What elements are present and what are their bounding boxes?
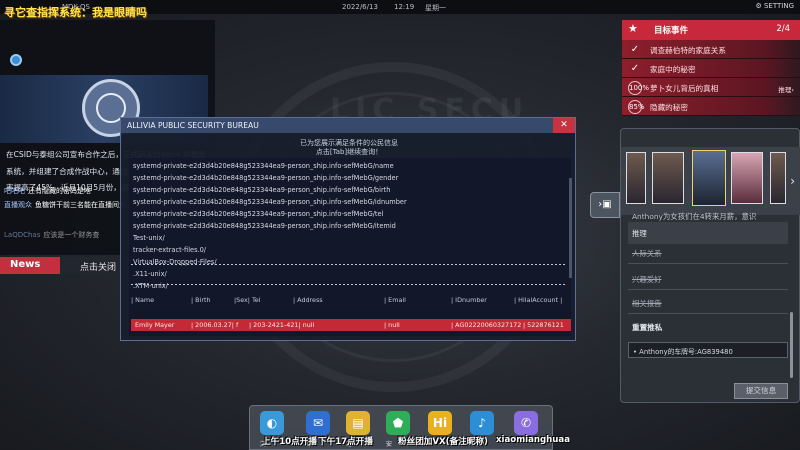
terminal-line: systemd-private-e2d3d4b20e848g523344ea9-… [133, 186, 391, 194]
chat-text: 应该是一个财务查 [43, 231, 100, 239]
terminal-line: systemd-private-e2d3d4b20e848g523344ea9-… [133, 162, 394, 170]
setting-button[interactable]: ⚙ SETTING [755, 2, 794, 10]
cell-account: | 522876121 [523, 321, 564, 329]
news-tag: News [0, 257, 60, 274]
character-portrait[interactable] [652, 152, 684, 204]
table-header: | Address [293, 296, 323, 304]
stream-caption: 上午10点开播 [262, 437, 317, 447]
selected-clue[interactable]: • Anthony的车牌号:AG839480 [628, 342, 788, 358]
clue-item[interactable]: 人际关系 [628, 242, 788, 264]
event-label: 隐藏的秘密 [650, 103, 688, 112]
phone-icon[interactable]: ✆ [514, 411, 538, 435]
event-label: 萝卜女儿背后的真相 [650, 84, 719, 93]
cell-tel: | 203-2421-421| null [249, 321, 315, 329]
weekday-readout: 星期一 [425, 4, 446, 12]
evidence-scrollbar[interactable] [790, 312, 793, 378]
banner-line: 已为您展示满足条件的公民信息 [300, 139, 398, 147]
police-database-window: ALLIVIA PUBLIC SECURITY BUREAU ✕ 已为您展示满足… [120, 117, 576, 341]
window-scrollbar[interactable] [569, 178, 572, 278]
target-events-title: 目标事件 [654, 26, 689, 36]
selected-clue-label: Anthony的车牌号:AG839480 [639, 348, 733, 356]
terminal-output: systemd-private-e2d3d4b20e848g523344ea9-… [129, 158, 571, 336]
cell-idnumber: | AG02220060327172 [451, 321, 522, 329]
setting-label: SETTING [763, 2, 794, 10]
clue-item[interactable]: 推理 [628, 222, 788, 244]
cell-email: | null [384, 321, 400, 329]
dock-label: 安 [386, 441, 393, 448]
chat-nick: LaQDChas [4, 231, 41, 239]
chevron-right-icon[interactable]: › [790, 174, 795, 188]
table-header: |Sex| Tel [234, 296, 261, 304]
stream-caption: 下午17点开播 [318, 437, 373, 447]
character-portrait[interactable] [770, 152, 786, 204]
news-logo-icon [10, 54, 22, 66]
terminal-line: tracker-extract-files.0/ [133, 246, 207, 254]
check-icon: ✓ [630, 44, 640, 55]
table-row-selected[interactable]: Emily Mayer | 2006.03.27| f | 203-2421-4… [131, 319, 571, 331]
close-icon[interactable]: ✕ [553, 118, 575, 133]
target-events-count: 2/4 [776, 24, 790, 34]
event-progress: 85% [628, 100, 645, 114]
event-label: 家庭中的秘密 [650, 65, 696, 74]
query-banner: 已为您展示满足条件的公民信息 点击[Tab]继续查询！ [121, 139, 577, 157]
check-icon: ✓ [630, 63, 640, 74]
event-item[interactable]: 100% 萝卜女儿背后的真相 推理› [622, 78, 800, 97]
terminal-line: .X11-unix/ [133, 270, 167, 278]
news-close-button[interactable]: 点击关闭 [80, 260, 116, 273]
terminal-line: systemd-private-e2d3d4b20e848g523344ea9-… [133, 198, 407, 206]
stream-caption: 粉丝团加VX(备注昵称) [398, 437, 488, 447]
chat-nick: 吧吧吧 [4, 187, 25, 195]
date-readout: 2022/6/13 [342, 3, 378, 11]
table-header: | Name [131, 296, 155, 304]
target-events-header: ★ 目标事件 2/4 [622, 20, 800, 40]
table-separator [131, 264, 565, 265]
star-icon: ★ [628, 22, 638, 35]
table-header: | Email [384, 296, 406, 304]
notes-icon[interactable]: ▤ [346, 411, 370, 435]
terminal-line: systemd-private-e2d3d4b20e848g523344ea9-… [133, 174, 399, 182]
event-item[interactable]: ✓ 家庭中的秘密 [622, 59, 800, 78]
terminal-line: systemd-private-e2d3d4b20e848g523344ea9-… [133, 222, 396, 230]
chat-message: 吧吧吧 还有隐藏的密码是啥 [4, 186, 91, 196]
window-title: ALLIVIA PUBLIC SECURITY BUREAU [121, 118, 575, 133]
table-header: | Birth [191, 296, 211, 304]
clue-item[interactable]: 相关报告 [628, 292, 788, 314]
target-events-panel: ★ 目标事件 2/4 ✓ 调查赫伯特的家庭关系 ✓ 家庭中的秘密 100% 萝卜… [622, 20, 800, 116]
submit-info-button[interactable]: 提交信息 [734, 383, 788, 399]
banner-line: 点击[Tab]继续查询！ [315, 148, 383, 156]
event-item[interactable]: 85% 隐藏的秘密 [622, 97, 800, 116]
character-portrait[interactable] [731, 152, 763, 204]
clue-section-title: 重置推私 [632, 323, 663, 332]
event-item[interactable]: ✓ 调查赫伯特的家庭关系 [622, 40, 800, 59]
character-portrait-selected[interactable] [692, 150, 726, 206]
link-icon[interactable]: ♪ [470, 411, 494, 435]
event-label: 调查赫伯特的家庭关系 [650, 46, 726, 55]
browser-icon[interactable]: ◐ [260, 411, 284, 435]
mail-icon[interactable]: ✉ [306, 411, 330, 435]
evidence-toggle-tab[interactable]: ›▣ [590, 192, 620, 218]
clue-item[interactable]: 兴趣爱好 [628, 268, 788, 290]
chat-text: 还有隐藏的密码是啥 [28, 187, 91, 195]
table-header: | HilalAccount | [514, 296, 563, 304]
table-separator [131, 284, 565, 285]
terminal-line: Test-unix/ [133, 234, 165, 242]
character-portrait[interactable] [626, 152, 646, 204]
chat-nick: 直播观众 [4, 201, 32, 209]
security-icon[interactable]: ⬟ [386, 411, 410, 435]
time-readout: 12:19 [394, 3, 415, 11]
table-header: | IDnumber [451, 296, 487, 304]
chat-message: LaQDChas 应该是一个财务查 [4, 230, 99, 240]
terminal-line: systemd-private-e2d3d4b20e848g523344ea9-… [133, 210, 384, 218]
hi-app-icon[interactable]: Hi [428, 411, 452, 435]
cell-birth: | 2006.03.27| f [191, 321, 239, 329]
event-progress: 100% [628, 81, 649, 95]
reason-button[interactable]: 推理› [778, 84, 794, 94]
stream-overlay-title: 寻它查指挥系统：我是眼睛吗 [4, 6, 147, 19]
cell-name: Emily Mayer [135, 321, 175, 329]
stream-caption: xiaomianghuaa [496, 435, 570, 445]
